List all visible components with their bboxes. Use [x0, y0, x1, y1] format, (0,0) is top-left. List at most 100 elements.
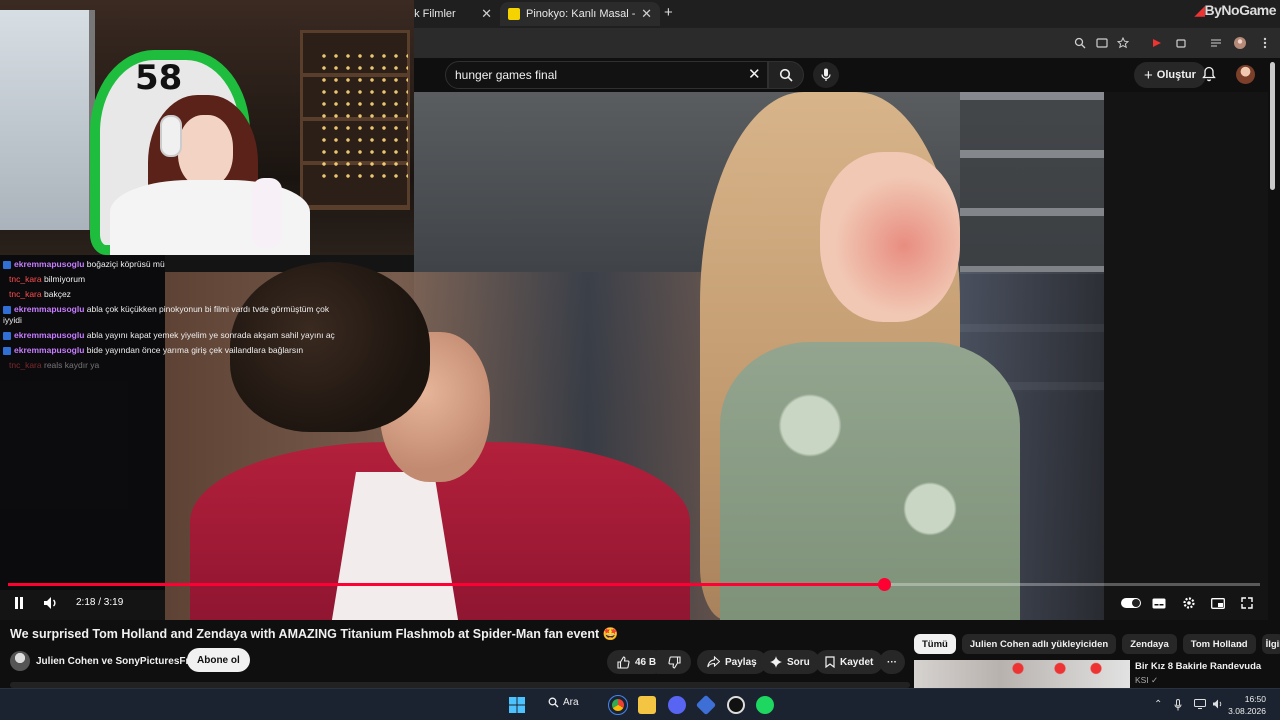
spotify-icon[interactable] — [756, 696, 774, 714]
search-input[interactable]: hunger games final — [445, 61, 768, 89]
install-app-icon[interactable] — [1093, 34, 1111, 52]
video-title: We surprised Tom Holland and Zendaya wit… — [10, 627, 619, 641]
stream-chat-overlay: ekremmapusoglu boğaziçi köprüsü mü tnc_k… — [0, 255, 335, 590]
reading-list-icon[interactable] — [1207, 34, 1225, 52]
chair-number: 58 — [135, 58, 183, 98]
browser-menu-icon[interactable] — [1256, 34, 1274, 52]
miniplayer-button[interactable] — [1209, 593, 1227, 613]
recommended-video-thumbnail[interactable] — [914, 660, 1130, 688]
share-icon — [707, 656, 720, 668]
chip-zendaya[interactable]: Zendaya — [1122, 634, 1177, 654]
volume-icon — [44, 597, 56, 609]
profile-avatar-icon[interactable] — [1231, 34, 1249, 52]
chat-text: boğaziçi köprüsü mü — [86, 259, 165, 269]
chat-message: tnc_kara reals kaydır ya — [3, 360, 162, 371]
stream-watermark-logo: ◢ByNoGame — [1194, 2, 1276, 18]
volume-button[interactable] — [42, 593, 60, 613]
clock-date: 3.08.2026 — [1228, 706, 1266, 716]
save-button[interactable]: Kaydet — [815, 650, 884, 674]
voice-search-button[interactable] — [813, 62, 839, 88]
page-scrollbar[interactable] — [1270, 62, 1275, 190]
video-girl-face — [820, 152, 960, 322]
pause-icon — [15, 597, 23, 609]
ask-button[interactable]: Soru — [760, 650, 820, 674]
tray-mic-icon[interactable] — [1174, 699, 1182, 714]
chat-text: bakçez — [43, 289, 71, 299]
subscribe-button[interactable]: Abone ol — [187, 648, 250, 672]
chat-badge-icon — [3, 346, 11, 355]
chat-message: ekremmapusoglu bide yayından önce yarıma… — [3, 345, 303, 356]
thumbs-down-icon — [667, 655, 681, 669]
tray-display-icon[interactable] — [1194, 699, 1206, 712]
chip-from-uploader[interactable]: Julien Cohen adlı yükleyiciden — [961, 634, 1117, 654]
dislike-button[interactable] — [657, 650, 691, 674]
chat-username: tnc_kara — [9, 360, 42, 370]
chat-badge-icon — [3, 331, 11, 340]
fullscreen-button[interactable] — [1238, 593, 1256, 613]
channel-name[interactable]: Julien Cohen ve SonyPicturesFr — [36, 656, 189, 667]
browser-tab-active[interactable]: Pinokyo: Kanlı Masal - film 2026 ✕ — [500, 2, 660, 26]
taskbar-search[interactable]: Ara — [548, 697, 579, 708]
share-label: Paylaş — [725, 656, 757, 668]
subtitles-button[interactable] — [1151, 593, 1167, 613]
tab-close-icon[interactable]: ✕ — [481, 6, 492, 22]
account-avatar[interactable] — [1236, 65, 1255, 84]
like-count: 46 B — [635, 656, 657, 668]
discord-icon[interactable] — [668, 696, 686, 714]
extension-red-icon[interactable] — [1148, 34, 1166, 52]
more-actions-button[interactable]: ··· — [879, 650, 905, 674]
fullscreen-icon — [1241, 597, 1253, 609]
video-progress-bar[interactable] — [8, 578, 1260, 591]
webcam-window — [0, 10, 95, 230]
chip-related[interactable]: İlgili — [1261, 634, 1280, 654]
notifications-bell-icon[interactable] — [1202, 66, 1216, 87]
new-tab-button[interactable]: + — [664, 4, 673, 21]
chip-all[interactable]: Tümü — [914, 634, 956, 654]
more-icon: ··· — [887, 656, 897, 668]
search-button[interactable] — [768, 61, 804, 89]
screen: { "browser": { "tabs": [ {"label": "ek F… — [0, 0, 1280, 720]
chat-username: ekremmapusoglu — [14, 330, 85, 340]
pause-button[interactable] — [12, 593, 26, 613]
chat-text: reals kaydır ya — [43, 360, 100, 370]
save-label: Kaydet — [840, 656, 874, 668]
tab-close-icon[interactable]: ✕ — [641, 6, 652, 22]
streamer-webcam: 58 — [0, 0, 414, 255]
tray-speaker-icon[interactable] — [1212, 699, 1224, 712]
bookmark-star-icon[interactable] — [1114, 34, 1132, 52]
recommended-video-title[interactable]: Bir Kız 8 Bakirle Randevuda — [1135, 661, 1261, 672]
subtitles-icon — [1152, 598, 1166, 608]
gear-icon — [1183, 597, 1195, 609]
search-icon — [779, 68, 793, 82]
progress-fill — [8, 583, 885, 586]
autoplay-toggle[interactable] — [1121, 598, 1141, 608]
share-button[interactable]: Paylaş — [697, 650, 767, 674]
settings-button[interactable] — [1180, 593, 1198, 613]
ask-label: Soru — [787, 656, 810, 668]
channel-avatar[interactable] — [10, 651, 30, 671]
chat-message: ekremmapusoglu abla yayını kapat yemek y… — [3, 330, 335, 341]
chevron-right-icon[interactable]: › — [1238, 636, 1242, 651]
tray-chevron-up-icon[interactable]: ⌃ — [1154, 699, 1162, 710]
chip-tom-holland[interactable]: Tom Holland — [1182, 634, 1256, 654]
microphone-icon — [821, 68, 831, 81]
chat-username: ekremmapusoglu — [14, 259, 85, 269]
miniplayer-icon — [1211, 597, 1225, 609]
search-clear-icon[interactable]: ✕ — [748, 65, 761, 83]
chrome-icon[interactable] — [608, 695, 628, 715]
app-diamond-icon[interactable] — [695, 694, 717, 716]
taskbar-search-label: Ara — [563, 697, 579, 708]
windows-start-icon[interactable] — [508, 696, 526, 714]
clock-time: 16:50 — [1244, 694, 1266, 704]
chat-username: tnc_kara — [9, 274, 42, 284]
create-label: Oluştur — [1156, 69, 1196, 81]
extensions-puzzle-icon[interactable] — [1172, 34, 1190, 52]
browser-tab[interactable]: ek Filmler ✕ — [400, 2, 500, 26]
obs-icon[interactable] — [727, 696, 745, 714]
chat-message: ekremmapusoglu boğaziçi köprüsü mü — [3, 259, 165, 270]
taskbar-clock[interactable]: 16:50 3.08.2026 — [1228, 693, 1266, 717]
file-explorer-icon[interactable] — [638, 696, 656, 714]
progress-scrubber-handle[interactable] — [877, 578, 891, 591]
create-button[interactable]: + Oluştur — [1134, 62, 1206, 88]
zoom-icon[interactable] — [1071, 34, 1089, 52]
